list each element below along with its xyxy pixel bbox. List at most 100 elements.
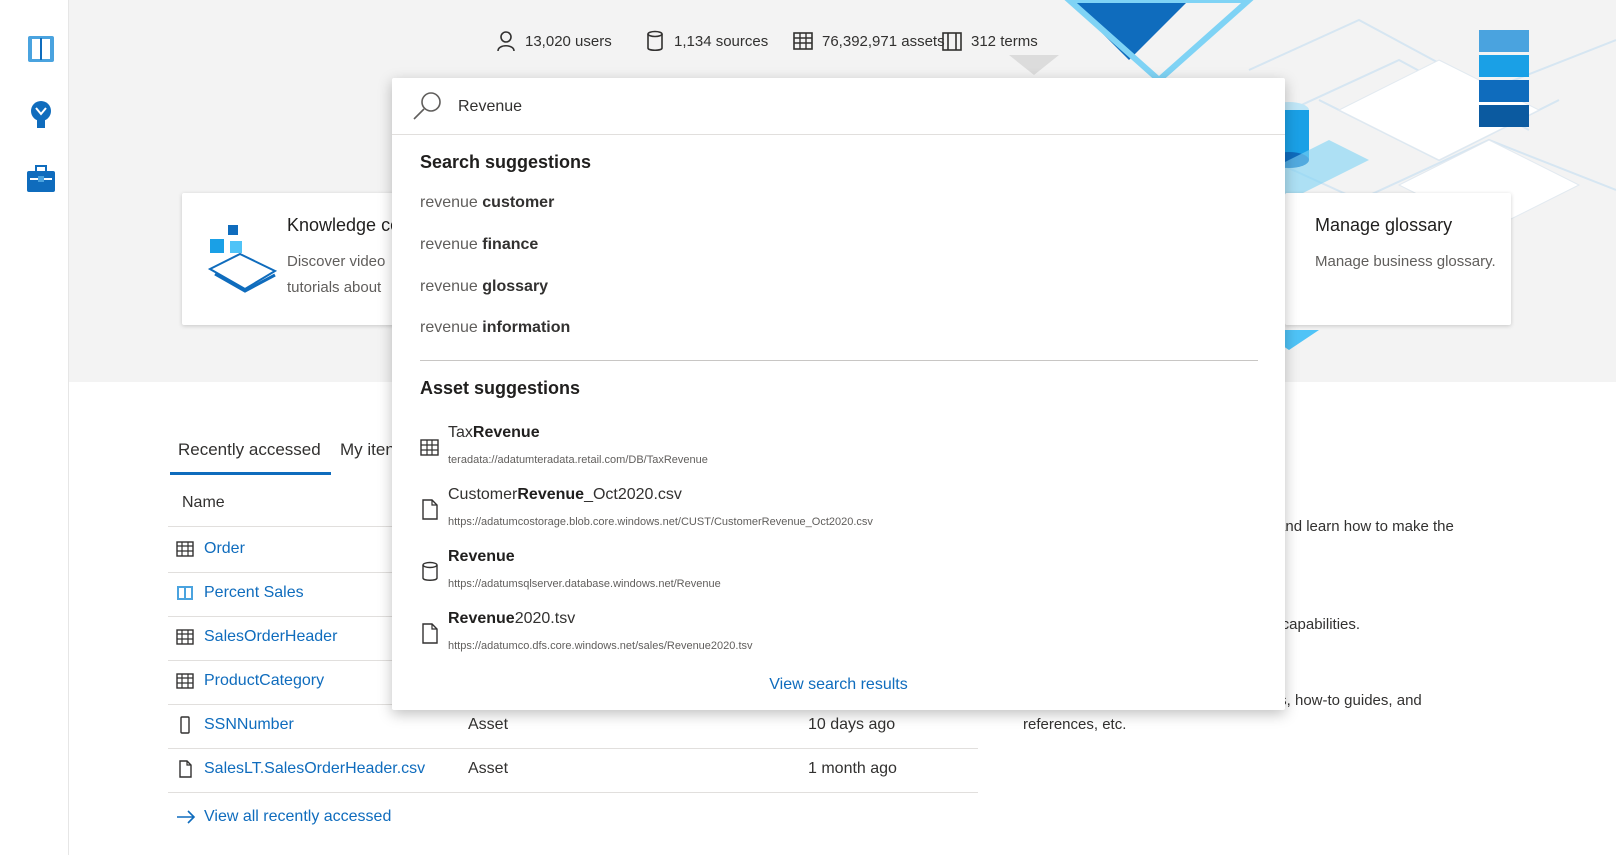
learn-text-1: ' and learn how to make the [1270, 518, 1454, 535]
asset-title: CustomerRevenue_Oct2020.csv [448, 486, 682, 504]
asset-title-post: _Oct2020.csv [584, 486, 682, 503]
row-last-accessed: 1 month ago [808, 760, 897, 777]
row-name-label: SSNNumber [204, 716, 294, 733]
asset-title: Revenue2020.tsv [448, 610, 575, 628]
asset-suggestion-item[interactable]: Revenue2020.tsv https://adatumco.dfs.cor… [420, 610, 1260, 666]
table-row[interactable]: SalesLT.SalesOrderHeader.csv Asset 1 mon… [168, 748, 978, 793]
row-name[interactable]: Percent Sales [176, 584, 304, 602]
asset-suggestions-title: Asset suggestions [420, 378, 581, 398]
row-name[interactable]: SalesLT.SalesOrderHeader.csv [176, 760, 425, 778]
asset-suggestion-item[interactable]: CustomerRevenue_Oct2020.csv https://adat… [420, 486, 1260, 542]
database-icon [422, 561, 438, 581]
asset-url: https://adatumco.dfs.core.windows.net/sa… [448, 640, 753, 652]
tab-recently-accessed[interactable]: Recently accessed [170, 440, 331, 475]
row-name[interactable]: Order [176, 540, 245, 558]
suggestion-prefix: revenue [420, 278, 483, 295]
asset-url: teradata://adatumteradata.retail.com/DB/… [448, 454, 708, 466]
suggestion-prefix: revenue [420, 194, 483, 211]
arrow-right-icon [177, 810, 196, 824]
view-search-results-link[interactable]: View search results [392, 676, 1285, 694]
knowledge-card-line1: Discover video [287, 253, 386, 270]
asset-title: TaxRevenue [448, 424, 540, 442]
asset-suggestion-item[interactable]: Revenue https://adatumsqlserver.database… [420, 548, 1260, 604]
knowledge-card-title: Knowledge ce [287, 215, 401, 235]
database-icon [647, 30, 663, 52]
asset-url: https://adatumsqlserver.database.windows… [448, 578, 721, 590]
table-icon [176, 629, 194, 645]
asset-title-post: 2020.tsv [514, 610, 576, 627]
asset-title-pre: Tax [448, 424, 473, 441]
row-name[interactable]: SSNNumber [176, 716, 294, 734]
search-suggestion-item[interactable]: revenue information [420, 319, 570, 337]
file-icon [422, 499, 438, 520]
management-toolbox-icon[interactable] [24, 162, 58, 196]
asset-title-bold: Revenue [448, 610, 515, 627]
row-type: Asset [468, 716, 509, 733]
suggestion-bold: customer [482, 194, 555, 211]
search-input[interactable] [456, 92, 1241, 122]
file-icon [179, 760, 192, 778]
glossary-card-desc: Manage business glossary. [1315, 253, 1496, 270]
suggestion-prefix: revenue [420, 319, 483, 336]
search-icon [413, 92, 441, 120]
row-name-label: Order [204, 540, 245, 557]
row-type: Asset [468, 760, 509, 777]
view-all-label: View all recently accessed [204, 808, 392, 825]
book-icon [942, 32, 962, 51]
column-header-name[interactable]: Name [182, 494, 225, 512]
catalog-book-icon[interactable] [24, 32, 58, 66]
table-icon [176, 541, 194, 557]
row-last-accessed: 10 days ago [808, 716, 896, 733]
row-name-label: ProductCategory [204, 672, 325, 689]
search-suggestion-item[interactable]: revenue glossary [420, 278, 548, 296]
search-suggestions-title: Search suggestions [420, 152, 592, 172]
knowledge-card-line2: tutorials about [287, 279, 382, 296]
learn-text-4: references, etc. [1023, 716, 1127, 733]
suggestion-bold: glossary [482, 278, 549, 295]
search-box[interactable] [392, 78, 1285, 135]
learn-text-3: rts, how-to guides, and [1270, 692, 1422, 709]
stat-assets-label: 76,392,971 assets [822, 32, 945, 50]
insights-lightbulb-icon[interactable] [24, 98, 58, 132]
suggestion-bold: finance [482, 236, 539, 253]
stat-users-label: 13,020 users [525, 32, 612, 50]
table-icon [176, 673, 194, 689]
row-name[interactable]: ProductCategory [176, 672, 324, 690]
suggestion-prefix: revenue [420, 236, 483, 253]
glossary-card-title: Manage glossary [1315, 215, 1453, 235]
search-suggestion-item[interactable]: revenue customer [420, 194, 554, 212]
asset-title-bold: Revenue [517, 486, 585, 503]
asset-title-pre: Customer [448, 486, 518, 503]
asset-title: Revenue [448, 548, 515, 566]
suggestions-divider [420, 360, 1258, 361]
file-icon [422, 623, 438, 644]
row-name-label: SalesOrderHeader [204, 628, 338, 645]
row-name[interactable]: SalesOrderHeader [176, 628, 337, 646]
left-sidebar [0, 0, 69, 855]
table-row[interactable]: SSNNumber Asset 10 days ago [168, 704, 978, 749]
stat-sources: 1,134 sources [644, 30, 768, 52]
view-all-recently-accessed-link[interactable]: View all recently accessed [176, 808, 391, 826]
manage-glossary-card[interactable]: Manage glossary Manage business glossary… [1285, 193, 1511, 325]
asset-title-bold: Revenue [448, 548, 515, 565]
catalog-stats: 13,020 users 1,134 sources 76,392,971 as… [69, 30, 1616, 60]
tab-my-items[interactable]: My iten [340, 440, 395, 460]
stat-sources-label: 1,134 sources [674, 32, 769, 50]
asset-title-bold: Revenue [472, 424, 540, 441]
asset-suggestion-item[interactable]: TaxRevenue teradata://adatumteradata.ret… [420, 424, 1260, 480]
stat-assets: 76,392,971 assets [792, 30, 945, 52]
search-panel: Search suggestions revenue customer reve… [392, 78, 1285, 710]
table-icon [793, 32, 813, 50]
table-icon [420, 439, 439, 456]
search-suggestion-item[interactable]: revenue finance [420, 236, 538, 254]
book-icon [177, 586, 193, 600]
stat-terms-label: 312 terms [971, 32, 1038, 50]
row-name-label: SalesLT.SalesOrderHeader.csv [204, 760, 426, 777]
row-name-label: Percent Sales [204, 584, 304, 601]
knowledge-book-icon [207, 225, 278, 293]
user-icon [497, 31, 515, 52]
asset-url: https://adatumcostorage.blob.core.window… [448, 516, 873, 528]
stat-users: 13,020 users [495, 30, 612, 52]
suggestion-bold: information [482, 319, 571, 336]
stat-terms: 312 terms [941, 30, 1038, 52]
